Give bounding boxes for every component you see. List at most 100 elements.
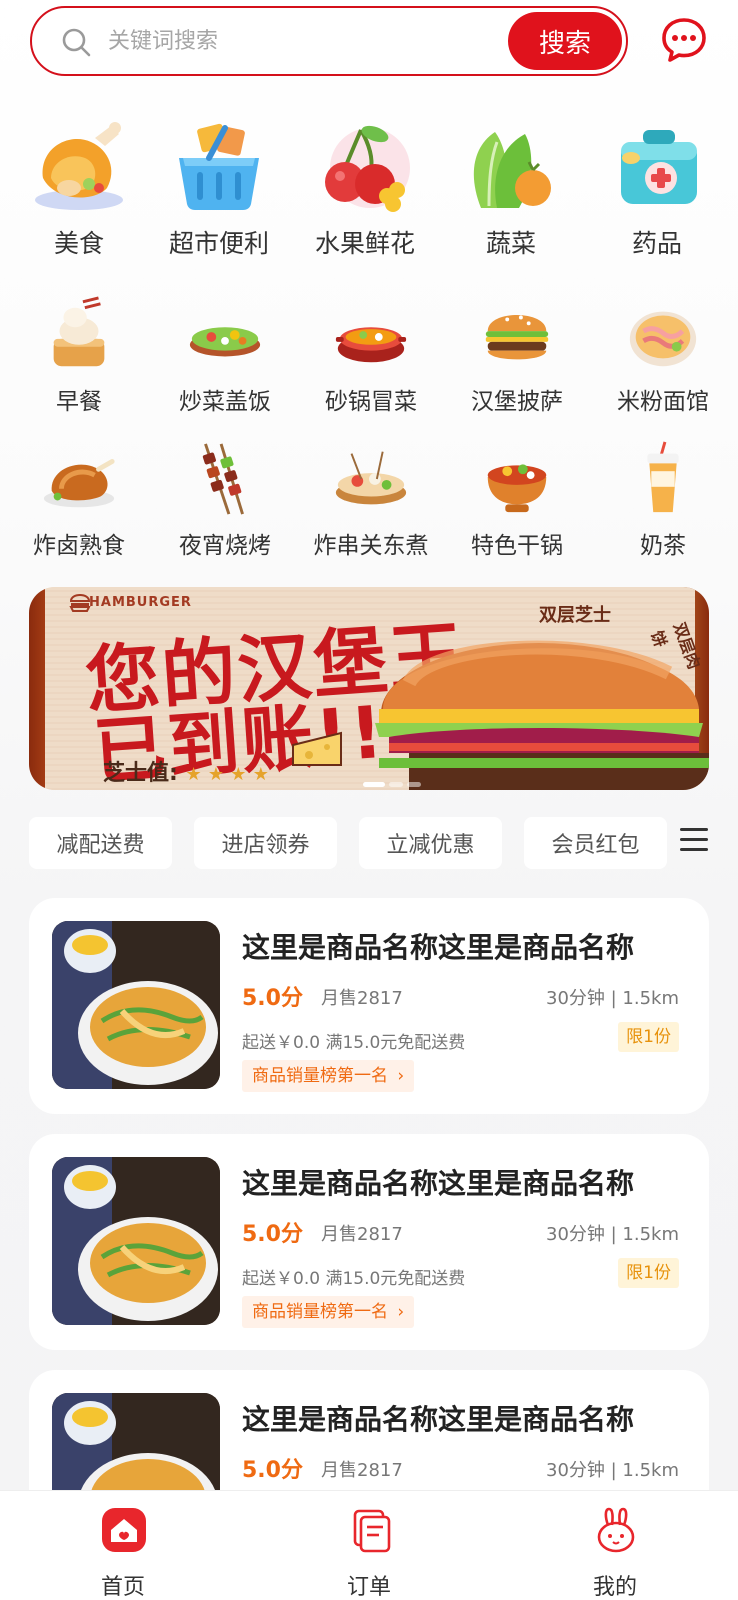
category-label: 汉堡披萨 bbox=[471, 389, 563, 415]
category-label: 米粉面馆 bbox=[617, 389, 709, 415]
tab-orders[interactable]: 订单 bbox=[279, 1491, 459, 1600]
category-label: 奶茶 bbox=[640, 533, 686, 559]
dry-pot-icon bbox=[487, 464, 547, 513]
category-label: 特色干锅 bbox=[471, 533, 563, 559]
tab-label: 首页 bbox=[100, 1575, 145, 1600]
steamed-bun-icon bbox=[53, 296, 105, 367]
limit-badge: 限1份 bbox=[618, 1022, 679, 1052]
filter-chip-discount[interactable]: 立减优惠 bbox=[359, 817, 502, 869]
cheese-icon bbox=[292, 731, 342, 766]
ranking-badge[interactable]: 商品销量榜第一名 › bbox=[242, 1296, 415, 1328]
banner-pagination[interactable] bbox=[363, 772, 425, 790]
banner-rating-label: 芝士值: ★ ★ ★ ★ bbox=[103, 761, 269, 786]
category-stir-fry-rice[interactable]: 炒菜盖饭 bbox=[152, 296, 298, 416]
medicine-box-icon bbox=[621, 130, 697, 204]
limit-badge: 限1份 bbox=[618, 1258, 679, 1288]
product-name: 这里是商品名称这里是商品名称 bbox=[242, 1403, 635, 1436]
filter-chip-member[interactable]: 会员红包 bbox=[524, 817, 667, 869]
ranking-badge[interactable]: 商品销量榜第一名 › bbox=[242, 1060, 415, 1092]
skewer-icon bbox=[202, 443, 244, 515]
home-icon bbox=[102, 1508, 146, 1552]
cherry-flower-icon bbox=[325, 125, 410, 212]
product-card[interactable]: 这里是商品名称这里是商品名称 5.0分 月售2817 30分钟 | 1.5km … bbox=[29, 898, 709, 1114]
category-noodle-shop[interactable]: 米粉面馆 bbox=[590, 296, 736, 416]
banner-tag: HAMBURGER bbox=[89, 595, 192, 610]
product-delivery-fee: 起送￥0.0 满15.0元免配送费 bbox=[242, 1033, 466, 1053]
page-dot[interactable] bbox=[363, 782, 385, 787]
product-card[interactable]: 这里是商品名称这里是商品名称 5.0分 月售2817 30分钟 | 1.5km … bbox=[29, 1134, 709, 1350]
rating-stars: ★ ★ ★ ★ bbox=[185, 764, 269, 785]
page-dot[interactable] bbox=[389, 782, 403, 787]
tab-label: 我的 bbox=[592, 1575, 637, 1600]
product-image bbox=[52, 1157, 220, 1325]
category-braised[interactable]: 炸卤熟食 bbox=[6, 440, 152, 560]
product-name: 这里是商品名称这里是商品名称 bbox=[242, 931, 635, 964]
menu-icon[interactable] bbox=[680, 828, 708, 856]
product-score: 5.0分 bbox=[242, 986, 303, 1011]
search-icon bbox=[62, 28, 91, 57]
category-label: 炸卤熟食 bbox=[33, 533, 125, 559]
category-label: 夜宵烧烤 bbox=[179, 533, 271, 559]
product-delivery-fee: 起送￥0.0 满15.0元免配送费 bbox=[242, 1269, 466, 1289]
bottom-tab-bar: 首页 订单 我的 bbox=[0, 1490, 738, 1600]
tab-label: 订单 bbox=[346, 1575, 391, 1600]
category-label: 水果鲜花 bbox=[314, 229, 415, 258]
profile-rabbit-icon bbox=[597, 1507, 635, 1553]
category-label: 早餐 bbox=[56, 389, 102, 415]
product-score: 5.0分 bbox=[242, 1458, 303, 1483]
category-supermarket[interactable]: 超市便利 bbox=[146, 118, 292, 260]
vegetable-icon bbox=[473, 132, 551, 208]
category-milk-tea[interactable]: 奶茶 bbox=[590, 440, 736, 560]
search-bar: 搜索 bbox=[30, 6, 628, 76]
noodle-bowl-icon bbox=[629, 311, 697, 367]
clay-pot-icon bbox=[335, 327, 407, 363]
category-fruit-flower[interactable]: 水果鲜花 bbox=[292, 118, 438, 260]
milk-tea-icon bbox=[647, 441, 679, 513]
product-delivery-distance: 30分钟 | 1.5km bbox=[546, 1460, 679, 1481]
stir-fry-icon bbox=[189, 327, 261, 357]
chevron-right-icon: › bbox=[397, 1066, 405, 1086]
category-clay-pot[interactable]: 砂锅冒菜 bbox=[298, 296, 444, 416]
product-score: 5.0分 bbox=[242, 1222, 303, 1247]
category-food[interactable]: 美食 bbox=[6, 118, 152, 260]
chevron-right-icon: › bbox=[397, 1302, 405, 1322]
category-label: 超市便利 bbox=[168, 229, 269, 258]
search-button[interactable]: 搜索 bbox=[508, 12, 622, 70]
filter-chip-delivery-fee[interactable]: 减配送费 bbox=[29, 817, 172, 869]
search-input[interactable] bbox=[108, 18, 488, 64]
roast-chicken-icon bbox=[35, 122, 123, 210]
category-medicine[interactable]: 药品 bbox=[584, 118, 730, 260]
product-monthly-sales: 月售2817 bbox=[321, 1460, 403, 1481]
category-oden[interactable]: 炸串关东煮 bbox=[298, 440, 444, 560]
category-breakfast[interactable]: 早餐 bbox=[6, 296, 152, 416]
product-monthly-sales: 月售2817 bbox=[321, 1224, 403, 1245]
product-name: 这里是商品名称这里是商品名称 bbox=[242, 1167, 635, 1200]
order-icon bbox=[353, 1509, 391, 1553]
category-label: 美食 bbox=[53, 229, 104, 258]
shopping-basket-icon bbox=[179, 123, 259, 210]
category-burger-pizza[interactable]: 汉堡披萨 bbox=[444, 296, 590, 416]
oden-icon bbox=[335, 451, 407, 505]
product-delivery-distance: 30分钟 | 1.5km bbox=[546, 1224, 679, 1245]
category-vegetable[interactable]: 蔬菜 bbox=[438, 118, 584, 260]
message-icon[interactable] bbox=[660, 16, 708, 64]
category-label: 炒菜盖饭 bbox=[179, 389, 271, 415]
roast-duck-icon bbox=[43, 459, 115, 508]
product-delivery-distance: 30分钟 | 1.5km bbox=[546, 988, 679, 1009]
promo-banner[interactable]: HAMBURGER 您的汉堡王 已到账!! 双层芝士 双层肉饼 芝士值: ★ ★… bbox=[29, 587, 709, 790]
category-label: 炸串关东煮 bbox=[313, 533, 429, 559]
filter-chip-coupon[interactable]: 进店领券 bbox=[194, 817, 337, 869]
burger-outline-icon bbox=[69, 594, 91, 612]
category-label: 蔬菜 bbox=[485, 229, 536, 258]
category-label: 药品 bbox=[631, 229, 682, 258]
tab-home[interactable]: 首页 bbox=[33, 1491, 213, 1600]
category-label: 砂锅冒菜 bbox=[325, 389, 417, 415]
category-bbq[interactable]: 夜宵烧烤 bbox=[152, 440, 298, 560]
product-monthly-sales: 月售2817 bbox=[321, 988, 403, 1009]
burger-illustration bbox=[375, 640, 709, 790]
tab-profile[interactable]: 我的 bbox=[525, 1491, 705, 1600]
burger-icon bbox=[485, 315, 549, 360]
category-dry-pot[interactable]: 特色干锅 bbox=[444, 440, 590, 560]
product-image bbox=[52, 921, 220, 1089]
page-dot[interactable] bbox=[407, 782, 421, 787]
